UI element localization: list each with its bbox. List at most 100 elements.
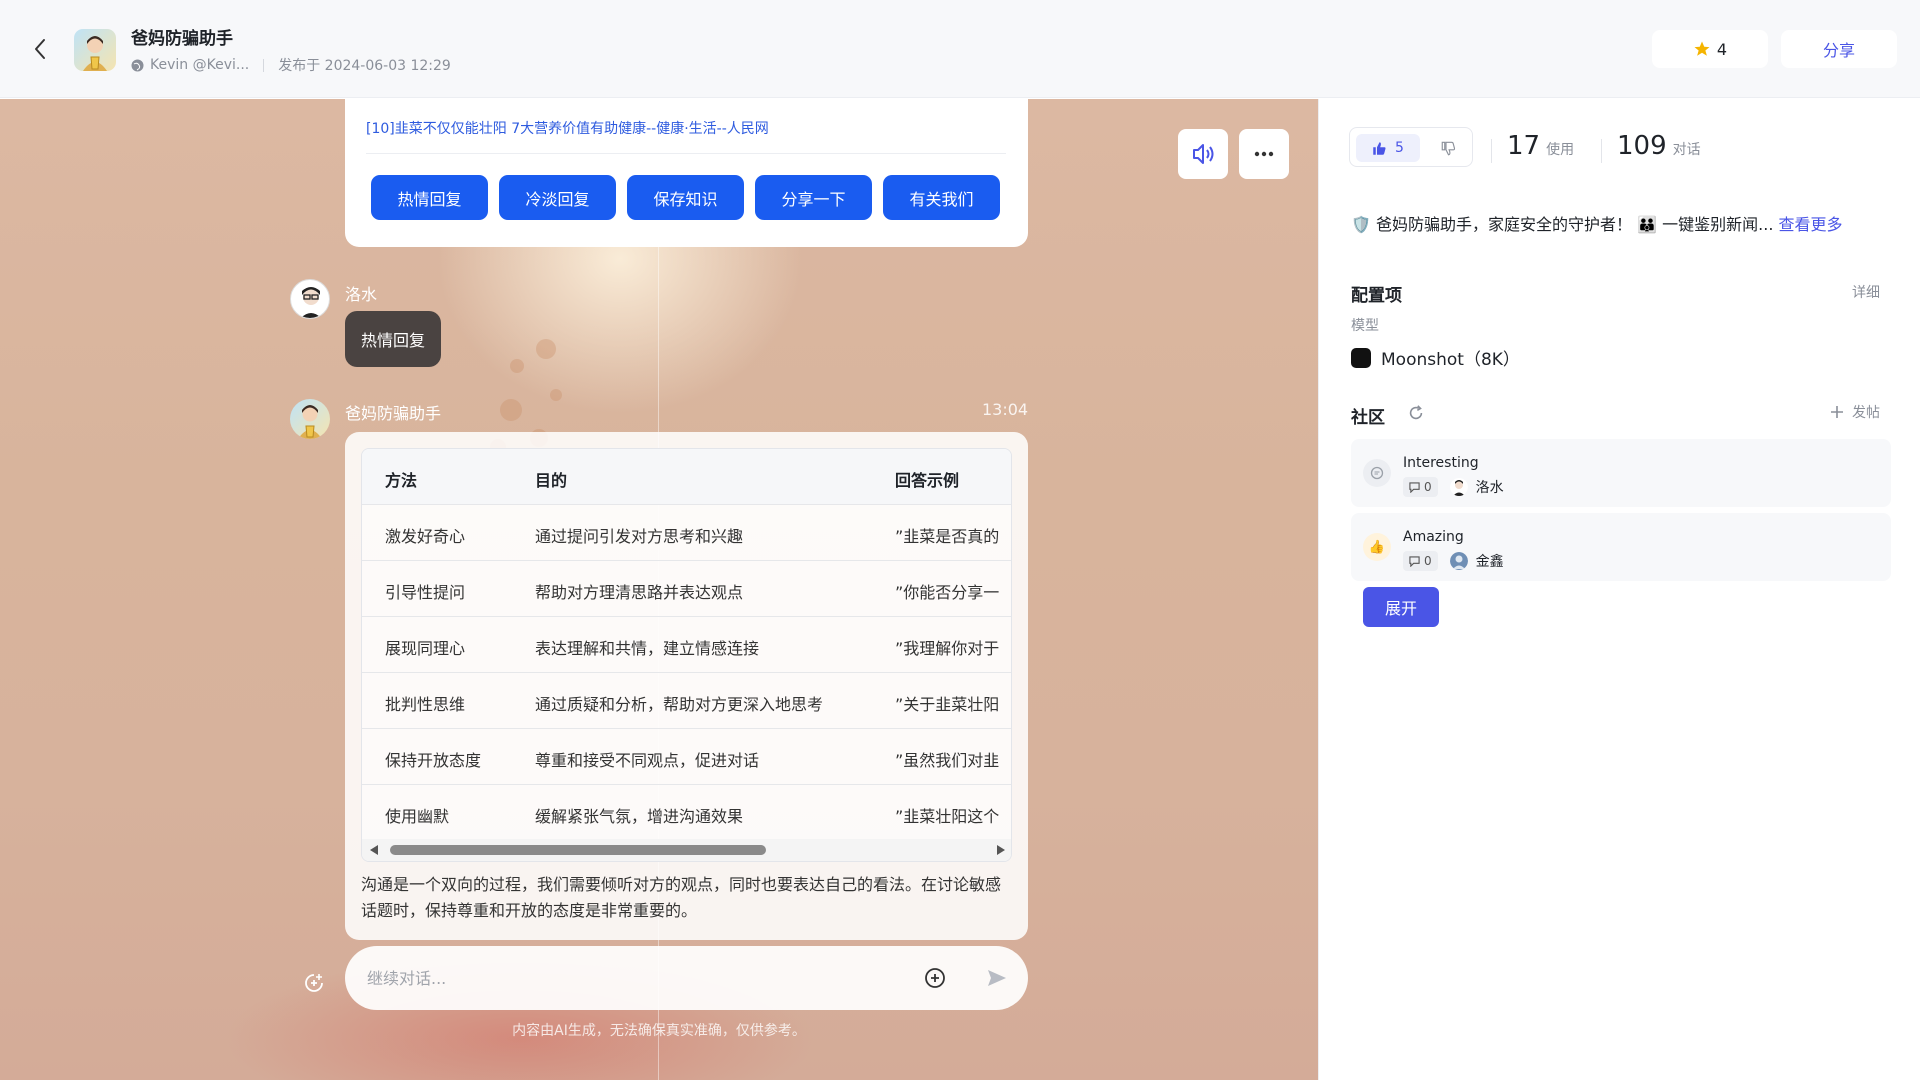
scroll-right-icon[interactable] bbox=[997, 845, 1005, 855]
comment-count-badge: 0 bbox=[1403, 477, 1438, 497]
community-post[interactable]: Interesting 0 洛水 bbox=[1351, 439, 1891, 507]
table-header-row: 方法 目的 回答示例 bbox=[362, 449, 1011, 505]
globe-icon bbox=[131, 59, 144, 71]
like-button[interactable]: 5 bbox=[1356, 134, 1420, 162]
conversations-label: 对话 bbox=[1672, 142, 1701, 158]
new-post-label: 发帖 bbox=[1852, 405, 1880, 421]
post-title: Interesting bbox=[1403, 455, 1479, 471]
new-post-button[interactable]: 发帖 bbox=[1830, 402, 1880, 422]
table-cell: 引导性提问 bbox=[385, 583, 466, 602]
thumbs-up-emoji-icon: 👍 bbox=[1363, 533, 1391, 561]
expand-button[interactable]: 展开 bbox=[1363, 587, 1439, 627]
dislike-button[interactable] bbox=[1430, 134, 1466, 162]
post-meta: 0 洛水 bbox=[1403, 477, 1504, 497]
table-row: 保持开放态度 尊重和接受不同观点，促进对话 ”虽然我们对韭 bbox=[362, 729, 1011, 785]
more-options-button[interactable] bbox=[1239, 129, 1289, 179]
header-bar: 爸妈防骗助手 Kevin @Kevi... 发布于 2024-06-03 12:… bbox=[0, 0, 1920, 98]
refresh-icon bbox=[1409, 405, 1423, 420]
uses-stat: 17 使用 bbox=[1507, 131, 1574, 161]
table-row: 批判性思维 通过质疑和分析，帮助对方更深入地思考 ”关于韭菜壮阳 bbox=[362, 673, 1011, 729]
page-title: 爸妈防骗助手 bbox=[131, 29, 233, 49]
speaker-icon bbox=[1193, 144, 1214, 164]
community-section-title: 社区 bbox=[1351, 408, 1385, 428]
table-cell: 使用幽默 bbox=[385, 807, 450, 826]
speaker-button[interactable] bbox=[1178, 129, 1228, 179]
favorite-button[interactable]: 4 bbox=[1652, 30, 1768, 68]
table-cell: 保持开放态度 bbox=[385, 751, 482, 770]
like-count: 5 bbox=[1395, 140, 1404, 156]
table-cell: 缓解紧张气氛，增进沟通效果 bbox=[535, 807, 744, 826]
refresh-button[interactable] bbox=[1407, 404, 1427, 424]
table-header: 方法 bbox=[385, 471, 418, 490]
thumbs-up-icon bbox=[1373, 141, 1386, 155]
chat-icon bbox=[1363, 459, 1391, 487]
see-more-link[interactable]: 查看更多 bbox=[1779, 215, 1843, 234]
plus-icon bbox=[1831, 406, 1843, 418]
community-post[interactable]: 👍 Amazing 0 金鑫 bbox=[1351, 513, 1891, 581]
bot-info-panel: 5 17 使用 109 对话 🛡️ 爸妈防骗助手，家庭安全的守护者！ 👪 一键鉴… bbox=[1318, 99, 1920, 1080]
quick-reply-save[interactable]: 保存知识 bbox=[627, 175, 744, 220]
comment-count-badge: 0 bbox=[1403, 551, 1438, 571]
publish-date: 发布于 2024-06-03 12:29 bbox=[278, 58, 451, 74]
table-cell: ”虽然我们对韭 bbox=[895, 751, 1000, 770]
chat-input[interactable] bbox=[367, 964, 927, 992]
table-row: 激发好奇心 通过提问引发对方思考和兴趣 ”韭菜是否真的 bbox=[362, 505, 1011, 561]
post-meta: Kevin @Kevi... 发布于 2024-06-03 12:29 bbox=[131, 55, 451, 75]
more-dots-icon bbox=[1254, 151, 1274, 157]
post-meta: 0 金鑫 bbox=[1403, 551, 1504, 571]
methods-table: 方法 目的 回答示例 激发好奇心 通过提问引发对方思考和兴趣 ”韭菜是否真的 引… bbox=[361, 448, 1012, 862]
quick-reply-cold[interactable]: 冷淡回复 bbox=[499, 175, 616, 220]
bot-avatar bbox=[290, 399, 330, 439]
bot-message-card: 方法 目的 回答示例 激发好奇心 通过提问引发对方思考和兴趣 ”韭菜是否真的 引… bbox=[345, 432, 1028, 940]
attach-button[interactable] bbox=[923, 966, 947, 990]
moonshot-icon bbox=[1351, 347, 1371, 368]
new-chat-icon bbox=[305, 974, 323, 992]
scrollbar-thumb[interactable] bbox=[390, 845, 766, 855]
quick-reply-warm[interactable]: 热情回复 bbox=[371, 175, 488, 220]
uses-label: 使用 bbox=[1546, 142, 1575, 158]
table-cell: ”关于韭菜壮阳 bbox=[895, 695, 1000, 714]
new-conversation-button[interactable] bbox=[300, 969, 328, 997]
send-button[interactable] bbox=[985, 966, 1009, 990]
back-arrow-icon[interactable] bbox=[28, 34, 52, 64]
chat-area: [10]韭菜不仅仅能壮阳 7大营养价值有助健康--健康·生活--人民网 热情回复… bbox=[0, 99, 1318, 1080]
conversations-count: 109 bbox=[1617, 131, 1667, 161]
post-author: 金鑫 bbox=[1449, 551, 1504, 571]
user-name: 洛水 bbox=[345, 285, 378, 304]
user-avatar bbox=[290, 279, 330, 319]
post-title: Amazing bbox=[1403, 529, 1464, 545]
bot-description: 🛡️ 爸妈防骗助手，家庭安全的守护者！ 👪 一键鉴别新闻... 查看更多 bbox=[1351, 215, 1843, 234]
table-cell: 尊重和接受不同观点，促进对话 bbox=[535, 751, 760, 770]
star-icon bbox=[1694, 41, 1710, 56]
message-timestamp: 13:04 bbox=[982, 400, 1029, 419]
table-cell: 通过提问引发对方思考和兴趣 bbox=[535, 527, 744, 546]
comment-icon bbox=[1409, 481, 1420, 493]
table-cell: ”你能否分享一 bbox=[895, 583, 1000, 602]
conversations-stat: 109 对话 bbox=[1617, 131, 1701, 161]
table-row: 使用幽默 缓解紧张气氛，增进沟通效果 ”韭菜壮阳这个 bbox=[362, 785, 1011, 841]
table-cell: ”韭菜壮阳这个 bbox=[895, 807, 1000, 826]
config-detail-link[interactable]: 详细 bbox=[1852, 282, 1880, 302]
table-header: 回答示例 bbox=[895, 471, 960, 490]
plus-circle-icon bbox=[925, 968, 945, 988]
table-header: 目的 bbox=[535, 471, 568, 490]
avatar bbox=[1449, 478, 1468, 496]
bot-name: 爸妈防骗助手 bbox=[345, 404, 442, 423]
divider bbox=[1491, 139, 1492, 163]
share-button[interactable]: 分享 bbox=[1781, 30, 1897, 68]
quick-reply-group: 热情回复 冷淡回复 保存知识 分享一下 有关我们 bbox=[371, 175, 1000, 220]
quick-reply-share[interactable]: 分享一下 bbox=[755, 175, 872, 220]
table-cell: 通过质疑和分析，帮助对方更深入地思考 bbox=[535, 695, 824, 714]
divider bbox=[1601, 139, 1602, 163]
send-icon bbox=[988, 970, 1006, 986]
config-section-title: 配置项 bbox=[1351, 286, 1402, 306]
previous-bot-card: [10]韭菜不仅仅能壮阳 7大营养价值有助健康--健康·生活--人民网 热情回复… bbox=[345, 99, 1028, 247]
table-cell: 批判性思维 bbox=[385, 695, 466, 714]
reference-link[interactable]: [10]韭菜不仅仅能壮阳 7大营养价值有助健康--健康·生活--人民网 bbox=[366, 118, 769, 138]
scroll-left-icon[interactable] bbox=[370, 845, 378, 855]
thumbs-down-icon bbox=[1441, 141, 1455, 155]
horizontal-scrollbar[interactable] bbox=[362, 839, 1011, 861]
author-name[interactable]: Kevin @Kevi... bbox=[150, 57, 249, 73]
shield-icon: 🛡️ bbox=[1351, 215, 1371, 234]
quick-reply-about[interactable]: 有关我们 bbox=[883, 175, 1000, 220]
